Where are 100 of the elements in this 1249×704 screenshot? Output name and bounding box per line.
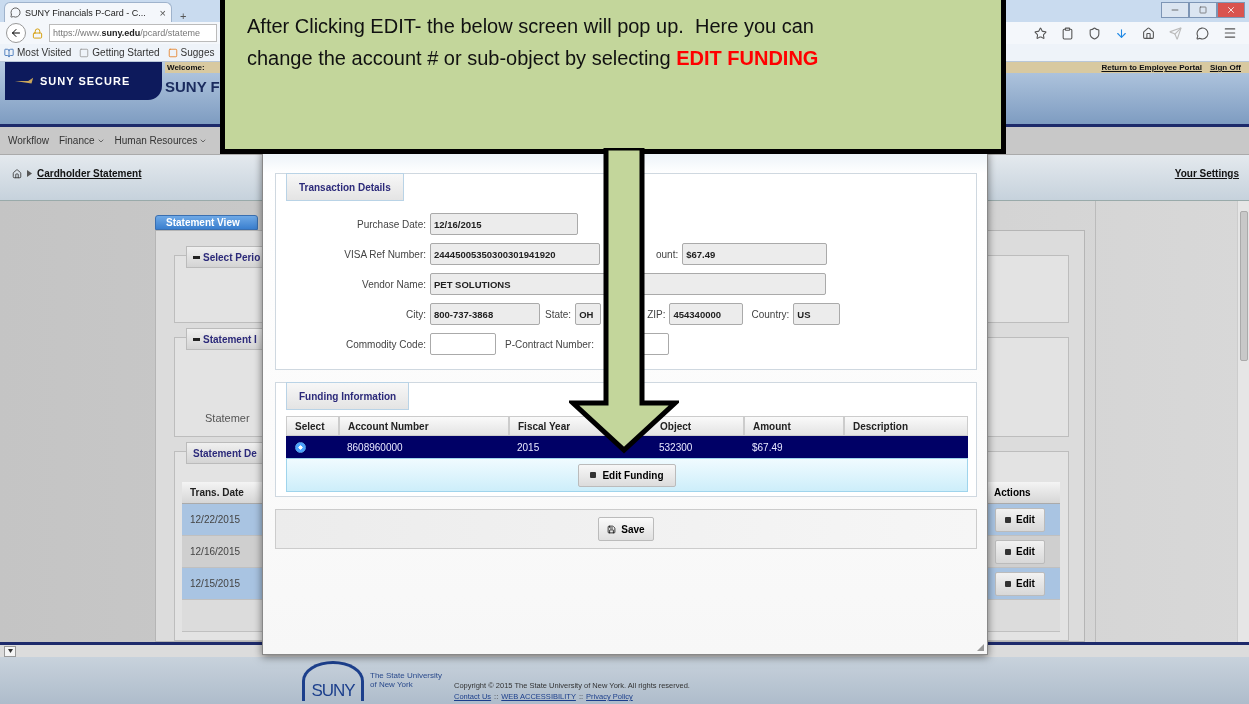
send-icon <box>1169 26 1182 40</box>
field-label: P-Contract Number: <box>505 338 594 350</box>
lock-icon <box>32 27 43 39</box>
logo-text: SUNY SECURE <box>40 75 131 87</box>
edit-icon <box>1005 580 1012 587</box>
column-header: Select <box>286 416 339 436</box>
close-button[interactable] <box>1217 2 1245 18</box>
column-header: Description <box>844 416 968 436</box>
edit-icon <box>1005 516 1012 523</box>
minimize-button[interactable] <box>1161 2 1189 18</box>
fieldset-title: Funding Information <box>286 382 410 410</box>
fieldset-title: Transaction Details <box>286 173 404 201</box>
menu-item[interactable]: Finance <box>58 135 105 146</box>
scrollbar[interactable] <box>1237 201 1249 642</box>
table-row[interactable]: 8608960000 2015 532300 $67.49 <box>286 436 968 458</box>
header-link[interactable]: Sign Off <box>1209 63 1241 72</box>
star-icon <box>1034 26 1047 40</box>
close-icon <box>1226 5 1236 15</box>
table-cell-text: 12/15/2015 <box>189 577 242 591</box>
text-field[interactable]: 800-737-3868 <box>430 303 540 325</box>
radio-button[interactable] <box>295 441 306 453</box>
shield-icon <box>1088 26 1101 40</box>
header-link[interactable]: Return to Employee Portal <box>1101 63 1202 72</box>
home-icon <box>1142 26 1155 40</box>
text-field[interactable]: $67.49 <box>682 243 828 265</box>
edit-funding-button[interactable]: Edit Funding <box>578 463 676 487</box>
bookmark-label: Sugges <box>180 47 215 58</box>
welcome-text: Welcome: <box>167 63 205 72</box>
field-label: State: <box>545 308 572 320</box>
table-cell: 8608960000 <box>347 441 403 453</box>
edit-button[interactable]: Edit <box>995 539 1045 564</box>
chat-icon <box>1196 26 1209 40</box>
expand-button[interactable] <box>4 645 16 657</box>
back-button[interactable] <box>6 23 26 43</box>
bookmark-link[interactable]: Most Visited <box>4 47 72 58</box>
menu-icon <box>1223 26 1237 40</box>
tab-close-button[interactable]: × <box>159 6 166 19</box>
field-label: ZIP: <box>647 308 666 320</box>
university-name: The State University of New York <box>370 670 444 689</box>
address-field[interactable]: https://www.suny.edu/pcard/stateme <box>49 24 217 42</box>
edit-icon <box>590 472 597 478</box>
caret-icon <box>27 170 32 177</box>
menu-item[interactable]: Human Resources <box>114 135 208 146</box>
field-label: Commodity Code: <box>344 338 426 350</box>
back-arrow-icon <box>10 27 22 39</box>
maximize-button[interactable] <box>1189 2 1217 18</box>
home-icon <box>12 168 22 179</box>
save-icon <box>607 524 617 534</box>
column-header: Trans. Date <box>189 486 245 500</box>
settings-link[interactable]: Your Settings <box>1174 168 1239 179</box>
table-cell-text: 12/22/2015 <box>189 513 242 527</box>
table-cell: $67.49 <box>752 441 783 453</box>
field-label: Purchase Date: <box>356 218 426 230</box>
table-cell-text: 12/16/2015 <box>189 545 242 559</box>
text-field[interactable]: 24445005350300301941920 <box>430 243 600 265</box>
text-field[interactable]: OH <box>575 303 602 325</box>
text-field[interactable]: 12/16/2015 <box>430 213 578 235</box>
column-header: Amount <box>744 416 844 436</box>
breadcrumb-link[interactable]: Cardholder Statement <box>37 168 142 179</box>
section-title: Statement I <box>203 333 257 345</box>
column-header: Account Number <box>339 416 509 436</box>
callout-text: After Clicking EDIT- the below screen will pop up. Here you can <box>247 14 815 39</box>
page-icon <box>79 47 90 58</box>
section-title: Select Perio <box>203 251 261 263</box>
bookmark-label: Getting Started <box>92 47 160 58</box>
field-label: City: <box>405 308 426 320</box>
field-label: Country: <box>751 308 790 320</box>
edit-button[interactable]: Edit <box>995 507 1045 532</box>
edit-icon <box>1005 548 1012 555</box>
field-label: Vendor Name: <box>361 278 426 290</box>
page-icon <box>167 47 178 58</box>
text-field[interactable] <box>430 333 496 355</box>
save-button[interactable]: Save <box>598 517 654 541</box>
section-title: Statement De <box>193 447 257 459</box>
bookmark-link[interactable]: Sugges <box>167 47 215 58</box>
suny-logo: SUNY <box>302 661 364 701</box>
section-header[interactable]: Statement I <box>186 328 263 350</box>
browser-tab[interactable]: SUNY Financials P-Card - C... × <box>4 2 172 22</box>
download-icon <box>1115 26 1128 40</box>
table-cell: 2015 <box>517 441 540 453</box>
section-header[interactable]: Select Perio <box>186 246 263 268</box>
callout-text: change the account # or sub-object by selecting EDIT FUNDING <box>247 46 820 71</box>
field-label: ount: <box>656 248 679 260</box>
field-label: Statemer <box>205 412 251 424</box>
field-label: VISA Ref Number: <box>343 248 426 260</box>
edit-button[interactable]: Edit <box>995 571 1045 596</box>
section-header[interactable]: Statement De <box>186 442 263 464</box>
text-field[interactable]: 454340000 <box>669 303 744 325</box>
bookmark-label: Most Visited <box>17 47 72 58</box>
text-field[interactable]: US <box>793 303 841 325</box>
resize-grip[interactable] <box>977 644 984 651</box>
book-icon <box>4 47 14 58</box>
menu-item[interactable]: Workflow <box>8 135 49 146</box>
column-header: Actions <box>993 486 1032 500</box>
app-title: SUNY F <box>165 78 221 95</box>
maximize-icon <box>1199 6 1207 14</box>
caret-icon <box>7 649 13 653</box>
table-cell: 532300 <box>659 441 693 453</box>
new-tab-button[interactable]: + <box>180 10 187 22</box>
bookmark-link[interactable]: Getting Started <box>79 47 160 58</box>
